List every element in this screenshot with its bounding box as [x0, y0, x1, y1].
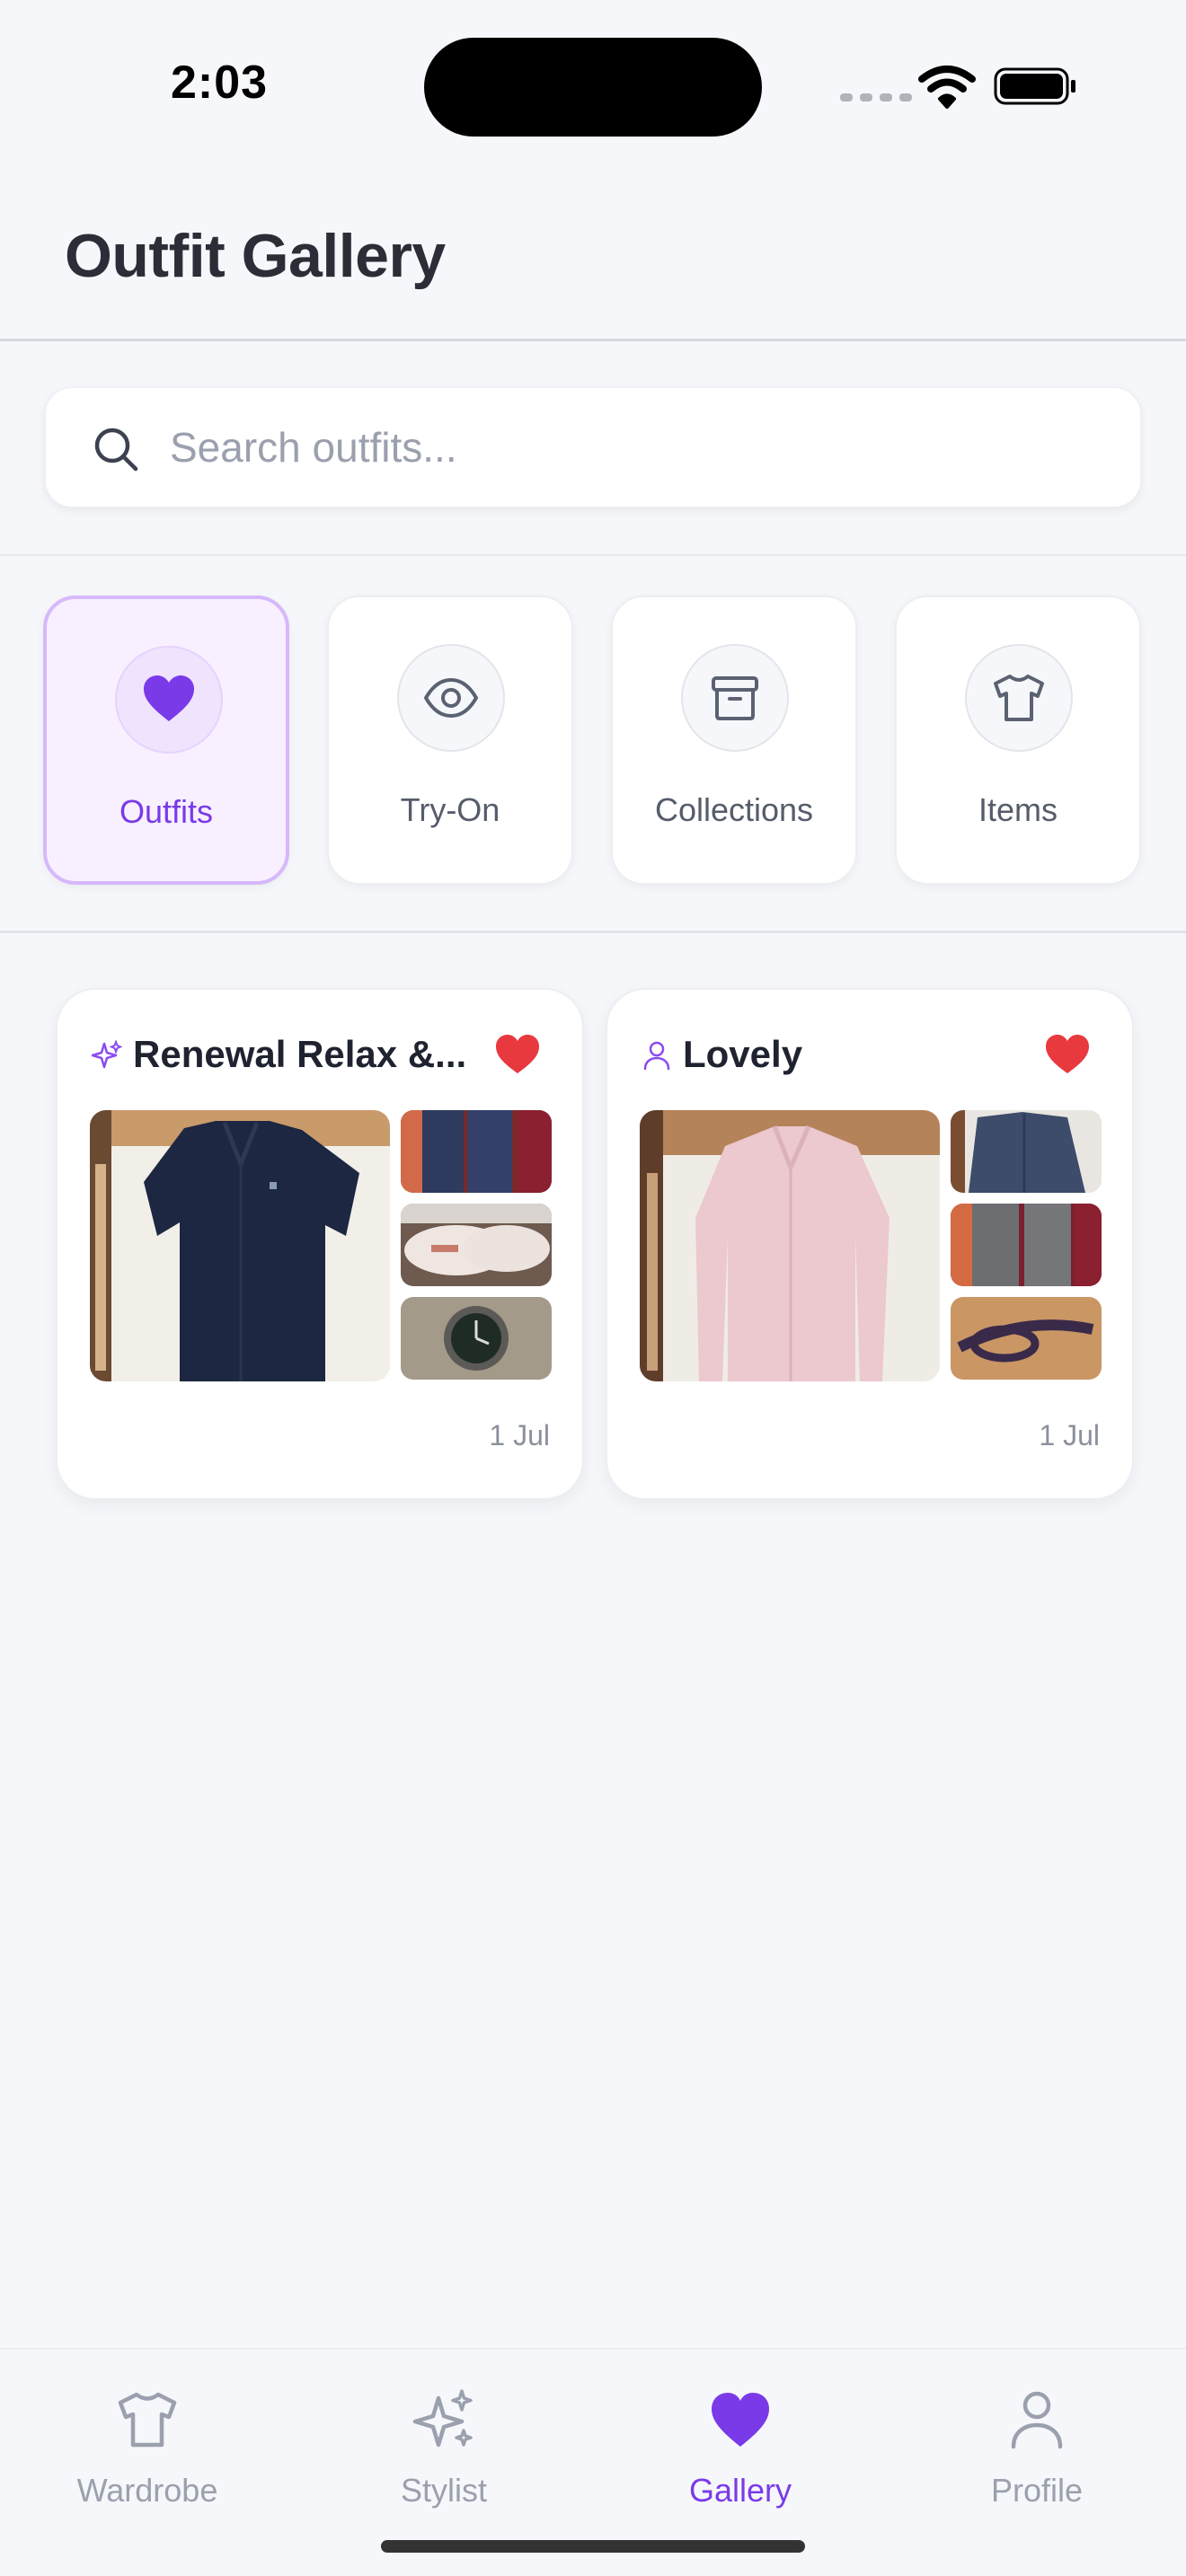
person-icon [1011, 2391, 1063, 2449]
sparkles-icon [92, 1040, 122, 1069]
outfit-main-image [640, 1110, 940, 1381]
status-bar: 2:03 [0, 0, 1186, 171]
archive-box-icon [712, 676, 758, 720]
eye-icon [424, 678, 478, 718]
outfit-item-image [951, 1204, 1102, 1286]
outfit-title: Renewal Relax &... [133, 1033, 467, 1075]
heart-icon [712, 2393, 769, 2447]
category-label: Collections [654, 791, 814, 828]
category-filter-row: Outfits Try-On Collections Items [0, 558, 1186, 933]
tshirt-icon [118, 2392, 177, 2448]
wifi-icon [918, 66, 976, 109]
battery-icon [994, 67, 1075, 105]
category-try-on[interactable]: Try-On [327, 595, 573, 885]
tab-label: Profile [990, 2472, 1084, 2509]
bottom-tab-bar: Wardrobe Stylist Gallery Profile [0, 2348, 1186, 2576]
search-section [0, 344, 1186, 556]
outfit-title: Lovely [683, 1033, 803, 1075]
search-bar[interactable] [45, 387, 1141, 507]
tab-stylist[interactable]: Stylist [345, 2387, 543, 2513]
outfit-card[interactable]: Renewal Relax &... 1 Jul [56, 988, 584, 1500]
category-items[interactable]: Items [895, 595, 1141, 885]
category-label: Try-On [400, 791, 500, 828]
outfit-date: 1 Jul [1039, 1419, 1100, 1451]
tab-label: Wardrobe [76, 2472, 218, 2509]
screen: 2:03 Outfit Gallery Search outfits... Ou… [0, 0, 1186, 2576]
category-collections[interactable]: Collections [611, 595, 857, 885]
sparkles-icon [412, 2389, 473, 2448]
page-title: Outfit Gallery [65, 222, 446, 290]
outfit-date: 1 Jul [489, 1419, 550, 1451]
outfit-main-image [90, 1110, 390, 1381]
outfit-item-image [951, 1110, 1102, 1193]
category-label: Outfits [119, 793, 214, 830]
tab-label: Gallery [688, 2472, 792, 2509]
outfit-item-image [401, 1297, 552, 1380]
category-label: Items [978, 791, 1058, 828]
tshirt-icon [994, 675, 1044, 721]
status-time: 2:03 [171, 57, 269, 109]
heart-icon [144, 675, 194, 721]
outfit-item-image [951, 1297, 1102, 1380]
category-outfits[interactable]: Outfits [43, 595, 289, 885]
favorite-heart-icon[interactable] [1044, 1033, 1091, 1076]
tab-profile[interactable]: Profile [938, 2387, 1136, 2513]
search-icon [94, 428, 138, 472]
home-indicator [381, 2540, 805, 2553]
favorite-heart-icon[interactable] [494, 1033, 541, 1076]
cellular-signal-icon [840, 93, 912, 101]
outfit-item-image [401, 1204, 552, 1286]
tab-wardrobe[interactable]: Wardrobe [49, 2387, 246, 2513]
header: Outfit Gallery [0, 171, 1186, 341]
dynamic-island [424, 38, 762, 137]
tab-label: Stylist [400, 2472, 487, 2509]
tab-gallery[interactable]: Gallery [642, 2387, 839, 2513]
search-input[interactable] [170, 415, 1104, 480]
outfit-item-image [401, 1110, 552, 1193]
outfit-card[interactable]: Lovely 1 Jul [606, 988, 1134, 1500]
person-icon [643, 1041, 670, 1071]
